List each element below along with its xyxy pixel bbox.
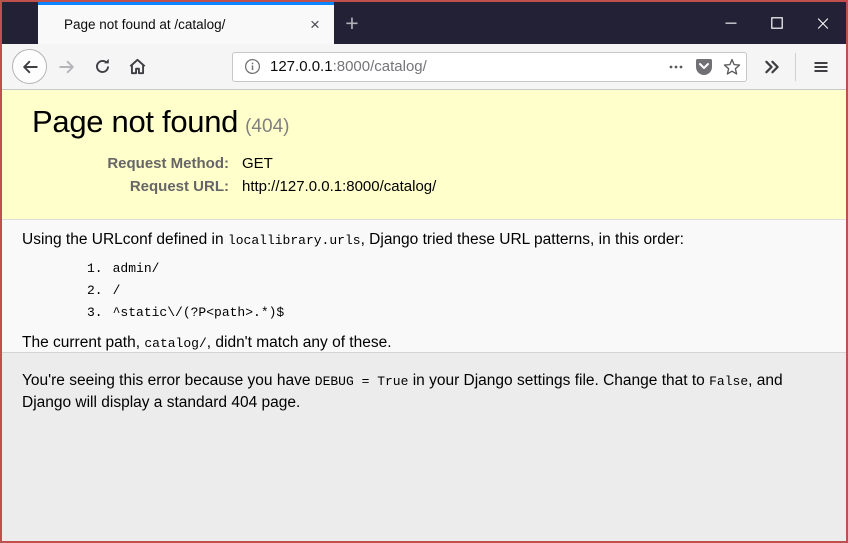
pocket-icon (696, 59, 712, 75)
reload-icon (95, 58, 109, 73)
new-tab-button[interactable]: + (334, 2, 370, 44)
back-icon (22, 60, 38, 73)
close-window-button[interactable]: × (800, 2, 846, 44)
pattern-number: 1. (87, 261, 103, 276)
pattern-number: 3. (87, 305, 103, 320)
url-path: :8000/catalog/ (332, 58, 427, 75)
forward-button[interactable] (52, 52, 82, 82)
list-item: 2. / (87, 280, 826, 302)
toolbar-separator (795, 52, 796, 81)
request-meta-table: Request Method: GET Request URL: http://… (32, 152, 436, 198)
page-title: Page not found (404) (32, 104, 826, 140)
list-item: 3. ^static\/(?P<path>.*)$ (87, 302, 826, 324)
plus-icon: + (345, 9, 359, 36)
url-bar[interactable]: 127.0.0.1:8000/catalog/ (232, 51, 747, 82)
info-icon (244, 58, 261, 75)
request-url-label: Request URL: (129, 178, 229, 195)
home-icon (129, 58, 145, 75)
window-controls: × (708, 2, 846, 44)
error-summary: Page not found (404) Request Method: GET … (2, 90, 846, 220)
home-button[interactable] (122, 52, 152, 82)
star-icon (723, 58, 741, 75)
pattern-value: / (112, 283, 121, 298)
request-url-value: http://127.0.0.1:8000/catalog/ (242, 178, 437, 195)
current-path-text: The current path, (22, 334, 145, 351)
hamburger-icon (814, 61, 828, 72)
url-pattern-list: 1. admin/ 2. / 3. ^static\/(?P<path>.*)$ (87, 258, 826, 324)
tab-bar: Page not found at /catalog/ × + × (2, 2, 846, 44)
url-text[interactable]: 127.0.0.1:8000/catalog/ (270, 58, 662, 75)
current-path-code: catalog/ (144, 336, 207, 351)
current-path-message: The current path, catalog/, didn't match… (22, 334, 826, 352)
pattern-number: 2. (87, 283, 103, 298)
urlconf-info: Using the URLconf defined in locallibrar… (2, 220, 846, 352)
request-method-label: Request Method: (107, 155, 229, 172)
intro-text: Using the URLconf defined in (22, 231, 228, 248)
pattern-value: admin/ (112, 261, 160, 276)
minimize-icon (725, 22, 737, 24)
urlconf-intro: Using the URLconf defined in locallibrar… (22, 231, 826, 249)
list-item: 1. admin/ (87, 258, 826, 280)
double-chevron-icon (765, 60, 779, 73)
forward-icon (59, 60, 74, 73)
table-row: Request Method: GET (32, 152, 436, 175)
main-menu-button[interactable] (804, 52, 838, 82)
overflow-menu-button[interactable] (757, 52, 787, 82)
intro-text-after: , Django tried these URL patterns, in th… (360, 231, 684, 248)
bookmark-star-button[interactable] (718, 53, 746, 81)
url-host: 127.0.0.1 (270, 58, 333, 75)
tab-title: Page not found at /catalog/ (64, 17, 226, 32)
titlebar-drag-space (2, 2, 38, 44)
status-code: (404) (245, 116, 290, 137)
pocket-button[interactable] (690, 53, 718, 81)
active-tab[interactable]: Page not found at /catalog/ × (38, 2, 334, 44)
browser-window: Page not found at /catalog/ × + × 127.0.… (0, 0, 848, 543)
maximize-icon (771, 17, 783, 29)
page-actions-button[interactable] (662, 53, 690, 81)
debug-explanation: You're seeing this error because you hav… (2, 352, 846, 541)
three-dots-icon (669, 65, 683, 68)
minimize-button[interactable] (708, 2, 754, 44)
pattern-value: ^static\/(?P<path>.*)$ (112, 305, 285, 320)
page-content: Page not found (404) Request Method: GET … (2, 90, 846, 541)
site-info-button[interactable] (233, 58, 270, 75)
current-path-text-after: , didn't match any of these. (206, 334, 392, 351)
titlebar-spacer (370, 2, 708, 44)
table-row: Request URL: http://127.0.0.1:8000/catal… (32, 175, 437, 198)
urlconf-module: locallibrary.urls (227, 233, 361, 248)
request-method-value: GET (242, 155, 273, 172)
explanation-text: You're seeing this error because you hav… (22, 372, 315, 389)
debug-true-code: DEBUG = True (314, 374, 409, 389)
back-button[interactable] (12, 49, 47, 84)
maximize-button[interactable] (754, 2, 800, 44)
close-icon: × (814, 11, 832, 35)
error-title: Page not found (32, 104, 239, 139)
reload-button[interactable] (87, 52, 117, 82)
tab-close-icon[interactable]: × (302, 12, 328, 38)
explanation-text: in your Django settings file. Change tha… (408, 372, 710, 389)
debug-false-code: False (709, 374, 749, 389)
navigation-toolbar: 127.0.0.1:8000/catalog/ (2, 44, 846, 90)
